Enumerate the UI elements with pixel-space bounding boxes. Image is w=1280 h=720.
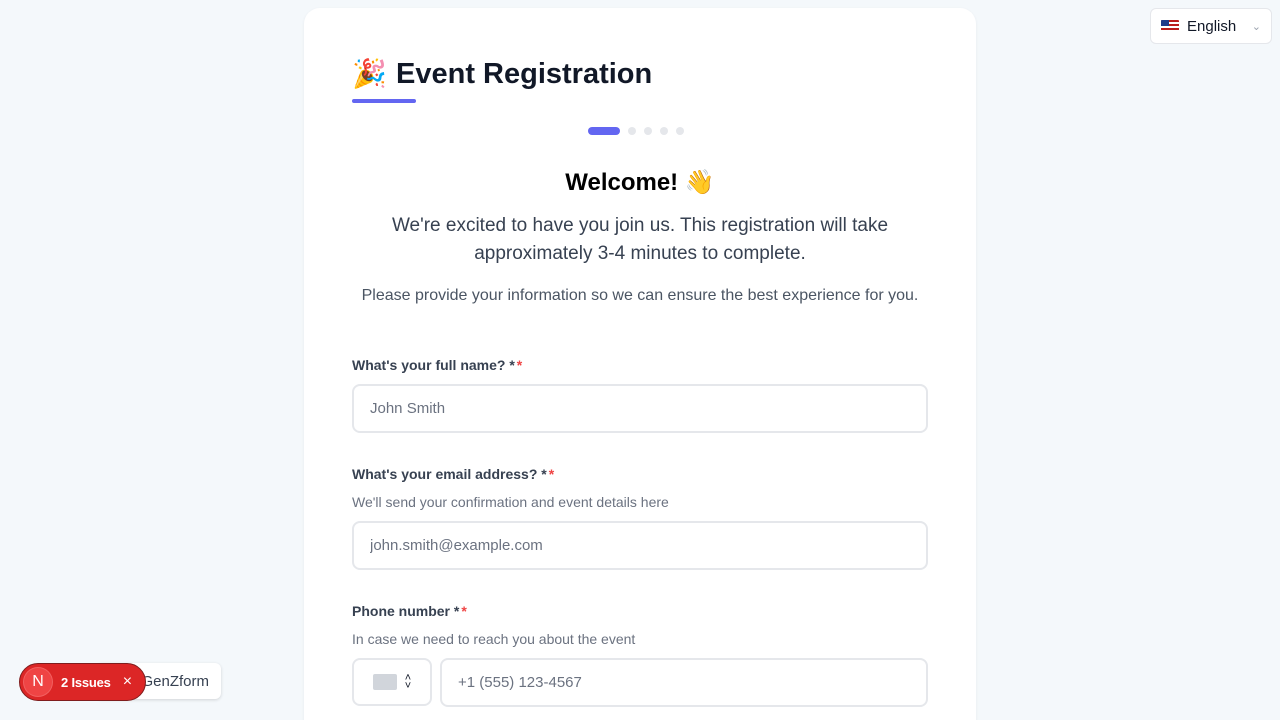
language-selector[interactable]: English ⌄ (1150, 8, 1272, 44)
phone-input[interactable] (440, 658, 928, 707)
close-icon[interactable]: × (123, 673, 132, 691)
chevron-down-icon: ⌄ (1251, 20, 1261, 33)
language-label: English (1187, 17, 1237, 35)
email-label: What's your email address? * * (352, 466, 555, 482)
country-flag-icon (372, 674, 397, 690)
title-underline (352, 99, 416, 103)
us-flag-icon (1161, 20, 1179, 32)
phone-help-text: In case we need to reach you about the e… (352, 631, 636, 647)
dev-issues-indicator[interactable]: N 2 Issues × (19, 663, 146, 701)
phone-label: Phone number * * (352, 603, 467, 619)
registration-card: 🎉 Event Registration Welcome! 👋 We're ex… (304, 8, 976, 720)
required-marker: * (461, 603, 467, 619)
genzform-brand-label: GenZform (141, 672, 209, 690)
form-header: 🎉 Event Registration (352, 56, 652, 103)
email-help-text: We'll send your confirmation and event d… (352, 494, 669, 510)
party-popper-icon: 🎉 (352, 58, 387, 89)
sub-intro-text: Please provide your information so we ca… (361, 287, 919, 304)
country-code-select[interactable]: ˄ ˅ (352, 658, 432, 706)
step-dot-3 (644, 127, 652, 135)
full-name-label: What's your full name? * * (352, 357, 523, 373)
page-title-text: Event Registration (396, 58, 653, 90)
step-indicator (304, 127, 976, 135)
next-logo-icon: N (23, 667, 53, 697)
chevron-up-down-icon: ˄ ˅ (404, 672, 412, 692)
required-marker: * (516, 357, 523, 373)
step-dot-4 (660, 127, 668, 135)
step-dot-1 (588, 127, 620, 135)
required-marker: * (548, 466, 555, 482)
issues-count-label[interactable]: 2 Issues (61, 675, 111, 690)
welcome-heading: Welcome! 👋 (565, 169, 715, 196)
step-dot-5 (676, 127, 684, 135)
email-input[interactable] (352, 521, 928, 570)
step-dot-2 (628, 127, 636, 135)
page-title: 🎉 Event Registration (352, 56, 652, 92)
intro-text: We're excited to have you join us. This … (391, 215, 889, 264)
full-name-input[interactable] (352, 384, 928, 433)
